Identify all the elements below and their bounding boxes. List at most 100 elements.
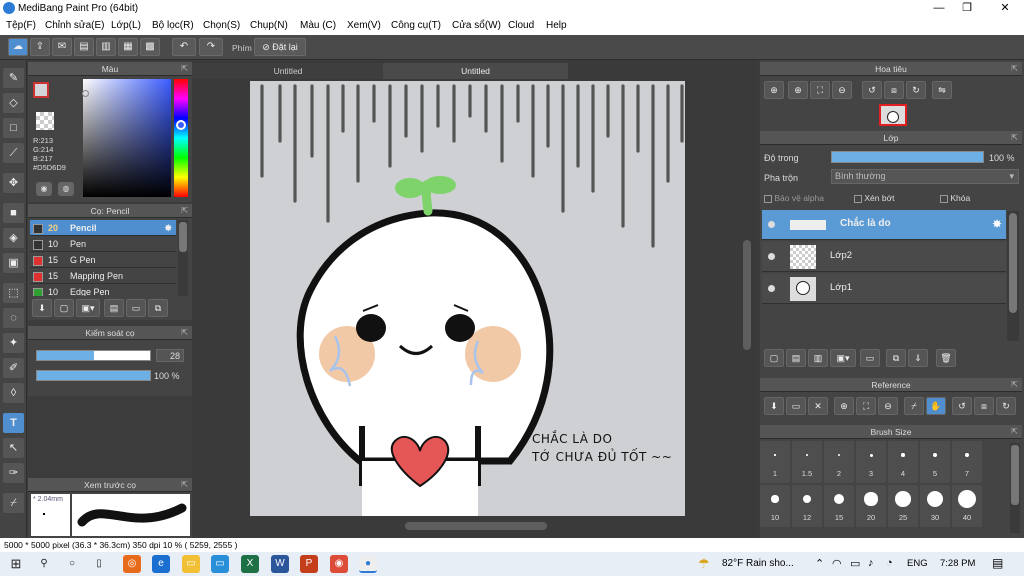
eyedropper-icon[interactable]: ⌿ [904, 397, 924, 415]
folder-icon[interactable]: ▭ [126, 299, 146, 317]
panel-expand-icon[interactable]: ⇱ [181, 326, 188, 340]
brush-size-slider[interactable] [36, 350, 151, 361]
zoom-out-icon[interactable]: ⊖ [832, 81, 852, 99]
language-indicator[interactable]: ENG [907, 558, 928, 569]
layer-item-lop2[interactable]: Lớp2 [762, 242, 1006, 272]
lock-option[interactable]: Khóa [940, 193, 970, 203]
network-icon[interactable]: ◠ [832, 557, 842, 570]
weather-icon[interactable]: ☂ [698, 556, 710, 572]
add-layer-menu-icon[interactable]: ▣▾ [830, 349, 856, 367]
panel-expand-icon[interactable]: ⇱ [181, 62, 188, 76]
eye-icon[interactable] [768, 221, 775, 228]
brush-size-cell[interactable]: 10 [760, 485, 790, 527]
brush-size-cell[interactable]: 20 [856, 485, 886, 527]
menu-filter[interactable]: Bộ lọc(R) [152, 20, 194, 31]
fit-icon[interactable]: ⛶ [810, 81, 830, 99]
gear-icon[interactable]: ✸ [992, 217, 1002, 231]
brush-size-value[interactable]: 28 [156, 349, 184, 362]
brush-list-scrollbar[interactable] [178, 220, 188, 296]
cortana-icon[interactable]: ○ [63, 555, 81, 573]
layer-item-selected[interactable]: Chắc là do ✸ [762, 210, 1006, 240]
brush-item-mapping-pen[interactable]: 15 Mapping Pen [30, 268, 176, 284]
app-icon[interactable]: ◎ [123, 555, 141, 573]
clipping-option[interactable]: Xén bớt [854, 193, 895, 203]
brush-item-pencil[interactable]: 20 Pencil ✸ [30, 220, 176, 236]
cloud-icon[interactable]: ☁ [8, 38, 28, 56]
volume-icon[interactable]: ♪ [868, 557, 874, 569]
menu-edit[interactable]: Chỉnh sửa(E) [45, 20, 105, 31]
brush-size-cell[interactable]: 40 [952, 485, 982, 527]
brush-size-cell[interactable]: 4 [888, 441, 918, 483]
select-tool-icon[interactable]: ⬚ [3, 283, 24, 303]
transparent-swatch[interactable] [36, 112, 54, 130]
rect-tool-icon[interactable]: □ [3, 118, 24, 138]
brush-opacity-slider[interactable] [36, 370, 151, 381]
tray-chevron-icon[interactable]: ⌃ [815, 557, 824, 570]
computer-icon[interactable]: ▭ [211, 555, 229, 573]
panel-expand-icon[interactable]: ⇱ [1011, 425, 1018, 439]
new-layer-1bit-icon[interactable]: ▥ [808, 349, 828, 367]
operation-tool-icon[interactable]: ↖ [3, 438, 24, 458]
blur-tool-icon[interactable]: ✑ [3, 463, 24, 483]
undo-icon[interactable]: ↶ [172, 38, 196, 56]
navigator-thumbnail[interactable] [879, 104, 907, 126]
menu-tools[interactable]: Công cụ(T) [391, 20, 441, 31]
brush-size-cell[interactable]: 12 [792, 485, 822, 527]
duplicate-layer-icon[interactable]: ⧉ [886, 349, 906, 367]
magic-wand-icon[interactable]: ✦ [3, 333, 24, 353]
hue-handle[interactable] [176, 120, 186, 130]
menu-snap[interactable]: Chụp(N) [250, 20, 288, 31]
brush-size-cell[interactable]: 3 [856, 441, 886, 483]
download-brush-icon[interactable]: ⬇ [32, 299, 52, 317]
menu-file[interactable]: Tệp(F) [6, 20, 36, 31]
vertical-scroll-thumb[interactable] [743, 240, 751, 350]
menu-help[interactable]: Help [546, 20, 567, 31]
horizontal-scroll-thumb[interactable] [405, 522, 547, 530]
close-icon[interactable]: ✕ [808, 397, 828, 415]
brush-tool-icon[interactable]: ✎ [3, 68, 24, 88]
actual-size-icon[interactable]: ⧈ [974, 397, 994, 415]
file-explorer-icon[interactable]: ▭ [182, 555, 200, 573]
task-view-icon[interactable]: ▯ [90, 555, 108, 573]
menu-view[interactable]: Xem(V) [347, 20, 381, 31]
menu-cloud[interactable]: Cloud [508, 20, 534, 31]
hand-icon[interactable]: ✋ [926, 397, 946, 415]
brush-size-cell[interactable]: 7 [952, 441, 982, 483]
brush-size-cell[interactable]: 2 [824, 441, 854, 483]
medibang-taskbar-icon[interactable]: ● [359, 555, 377, 573]
layout-icon[interactable]: ▥ [96, 38, 116, 56]
rotate-left-icon[interactable]: ↺ [952, 397, 972, 415]
excel-icon[interactable]: X [241, 555, 259, 573]
rotate-left-icon[interactable]: ↺ [862, 81, 882, 99]
zoom-out-icon[interactable]: ⊖ [878, 397, 898, 415]
menu-layer[interactable]: Lớp(L) [111, 20, 141, 31]
lasso-tool-icon[interactable]: ◌ [3, 308, 24, 328]
battery-icon[interactable]: ▭ [850, 557, 860, 570]
powerpoint-icon[interactable]: P [300, 555, 318, 573]
zoom-in-alt-icon[interactable]: ⊕ [788, 81, 808, 99]
blend-mode-select[interactable]: Bình thường ▾ [831, 169, 1019, 184]
word-icon[interactable]: W [271, 555, 289, 573]
bucket-tool-icon[interactable]: ◈ [3, 228, 24, 248]
tab-untitled-1[interactable]: Untitled [193, 63, 383, 79]
primary-color-swatch[interactable] [33, 82, 49, 98]
rotate-right-icon[interactable]: ↻ [906, 81, 926, 99]
lock-checkbox[interactable] [940, 194, 948, 203]
panel-expand-icon[interactable]: ⇱ [181, 478, 188, 492]
menu-window[interactable]: Cửa sổ(W) [452, 20, 501, 31]
new-brush-icon[interactable]: ▢ [54, 299, 74, 317]
fit-icon[interactable]: ⛶ [856, 397, 876, 415]
eye-icon[interactable] [768, 285, 775, 292]
zoom-in-icon[interactable]: ⊕ [834, 397, 854, 415]
horizontal-scrollbar[interactable] [195, 520, 741, 532]
windows-start-icon[interactable]: ⊞ [7, 555, 25, 573]
duplicate-icon[interactable]: ⧉ [148, 299, 168, 317]
brush-size-scrollbar[interactable] [1010, 443, 1020, 533]
text-tool-icon[interactable]: T [3, 413, 24, 433]
clock[interactable]: 7:28 PM [940, 558, 975, 569]
search-icon[interactable]: ⚲ [35, 555, 53, 573]
brush-size-cell[interactable]: 30 [920, 485, 950, 527]
layer-opacity-slider[interactable] [831, 151, 984, 163]
notification-icon[interactable]: ▤ [992, 556, 1003, 570]
brush-size-cell[interactable]: 15 [824, 485, 854, 527]
